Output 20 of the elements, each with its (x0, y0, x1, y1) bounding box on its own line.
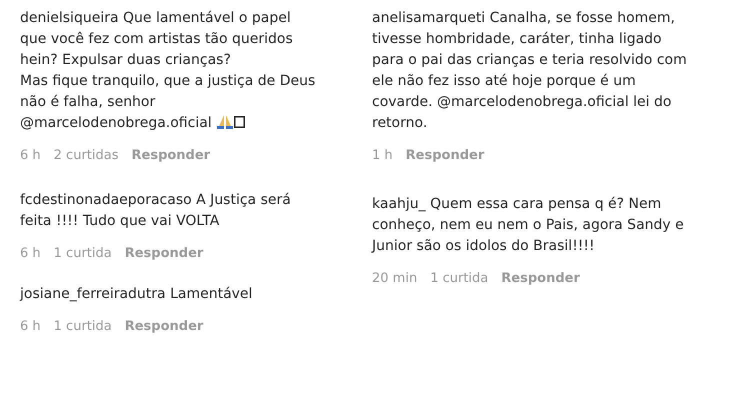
missing-glyph-icon (234, 116, 246, 128)
reply-link[interactable]: Responder (124, 319, 204, 335)
timestamp: 20 min (372, 271, 418, 287)
likes-link[interactable]: 2 curtidas (54, 148, 118, 164)
likes-link[interactable]: 1 curtida (430, 271, 488, 287)
comment-text: denielsiqueira Que lamentável o papel que você fez com artistas tão queridos hein? Expulsar duas crianças? Mas fique tranquilo, que a justiça de Deus não é falha, senhor @marcelodenobrega.oficial (20, 9, 316, 133)
comment-text: kaahju_ Quem essa cara pensa q é? Nem conheço, nem eu nem o Pais, agora Sandy e Junior são os idolos do Brasil!!!! (372, 195, 685, 256)
reply-link[interactable]: Responder (406, 148, 484, 164)
timestamp: 6 h (20, 148, 41, 164)
likes-link[interactable]: 1 curtida (54, 319, 112, 335)
timestamp: 1 h (372, 148, 393, 164)
comment-text: josiane_ferreiradutra Lamentável (20, 285, 254, 304)
reply-link[interactable]: Responder (132, 148, 210, 164)
timestamp: 6 h (20, 246, 41, 262)
reply-link[interactable]: Responder (124, 246, 204, 262)
comment-text: fcdestinonadaeporacaso A Justiça será feita !!!! Tudo que vai VOLTA (20, 191, 292, 231)
timestamp: 6 h (20, 319, 41, 335)
comment-text: anelisamarqueti Canalha, se fosse homem, tivesse hombridade, caráter, tinha ligado para o pai das crianças e teria resolvido com ele não fez isso até hoje porque é um covarde. @marcelodenobrega.oficial lei do retorno. (372, 9, 688, 133)
reply-link[interactable]: Responder (501, 271, 580, 287)
likes-link[interactable]: 1 curtida (54, 246, 112, 262)
